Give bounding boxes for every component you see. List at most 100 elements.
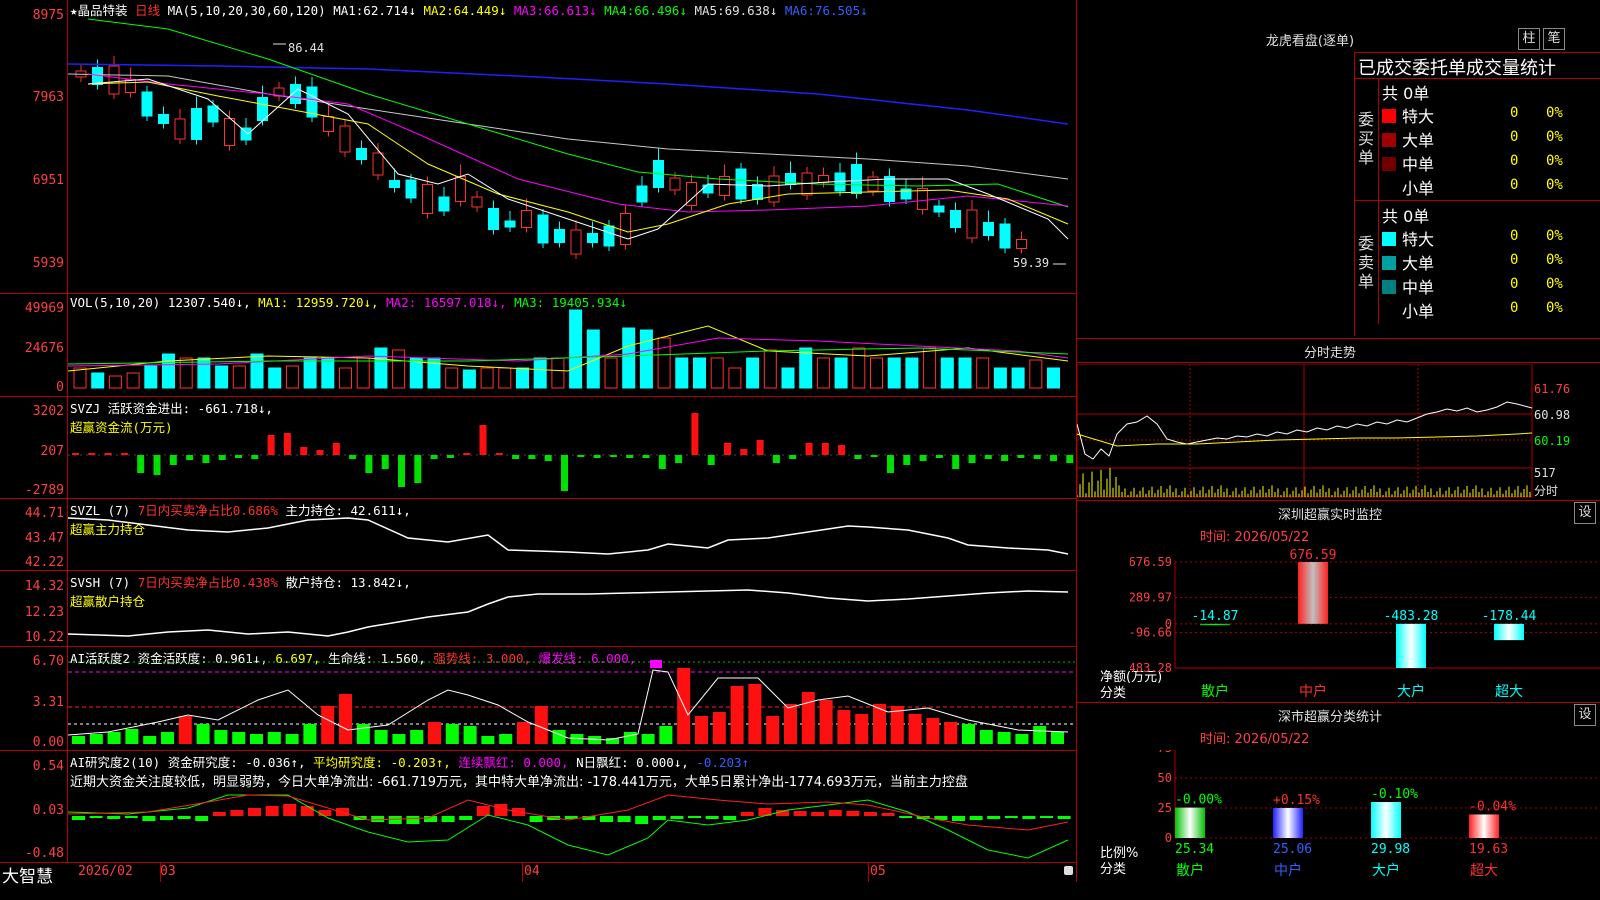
class-stats-chart[interactable]: 75 50 25 0 -0.00% 25.34 散户 +0.15% 25.06 中户 -0.10%…: [1130, 750, 1600, 900]
intraday-chart[interactable]: [1077, 364, 1533, 498]
date-axis-label: 2026/02: [78, 864, 133, 879]
candle-body: [669, 177, 681, 191]
volume-bar: [108, 375, 122, 389]
svzj-bar: [169, 455, 177, 465]
ai-research-bar: [1004, 816, 1018, 818]
ai-research-nred: N日飘红: 0.000↓,: [576, 755, 689, 770]
svzj-bar: [495, 453, 503, 455]
candle-body: [620, 213, 631, 245]
ai-active-chart[interactable]: [68, 660, 1076, 748]
svzj-chart[interactable]: [68, 400, 1076, 496]
sz-y-tick: -483.28: [1130, 661, 1172, 675]
ai-research-chart[interactable]: [68, 790, 1076, 862]
svzj-bar: [381, 455, 389, 469]
high-price-marker: 86.44: [288, 41, 324, 55]
svzj-bar: [903, 455, 911, 465]
intraday-vol-caption: 分时: [1534, 484, 1559, 498]
svzl-axis-label: 42.22: [24, 555, 64, 570]
svzj-bar: [104, 453, 112, 455]
ai-research-bar: [1022, 816, 1036, 819]
class-stats-change: -0.10%: [1371, 787, 1418, 802]
ai-research-bar: [705, 816, 719, 819]
class-y-tick: 25: [1158, 801, 1172, 815]
svzj-bar: [137, 455, 145, 473]
brand-logo[interactable]: 大智慧: [2, 862, 53, 887]
ai-active-bar: [962, 724, 975, 744]
buy-orders-label: 委买单: [1358, 110, 1375, 167]
volume-bar: [303, 357, 317, 389]
sell-total: 共 0单: [1382, 207, 1430, 226]
volume-bar: [516, 367, 529, 389]
class-stats-category: 大户: [1372, 862, 1400, 879]
candle-body: [108, 65, 120, 95]
sz-monitor-chart[interactable]: 676.59289.970-96.66-483.28 -14.87散户676.5…: [1130, 548, 1600, 698]
volume-bar: [816, 357, 830, 389]
ai-research-axis-label: 0.03: [32, 803, 64, 818]
candle-body: [752, 184, 763, 200]
volume-bar: [1047, 367, 1060, 389]
class-stats-settings-button[interactable]: 设: [1574, 704, 1596, 726]
svsh-axis-label: 14.32: [24, 579, 64, 594]
ai-active-burst-marker: [650, 660, 662, 668]
scroll-lock-icon[interactable]: [1064, 866, 1073, 875]
sz-y-tick: -96.66: [1130, 626, 1172, 640]
ai-active-axis-label: 3.31: [32, 695, 64, 710]
candle-body: [702, 184, 714, 194]
buy-swatch-icon: [1382, 109, 1396, 123]
sell-swatch-icon: [1382, 280, 1396, 294]
candle-body: [174, 118, 186, 140]
ai-research-bar: [248, 808, 261, 816]
candlestick-chart[interactable]: 86.44 59.39: [68, 14, 1076, 292]
candle-body: [999, 223, 1011, 249]
svzj-bar: [952, 455, 960, 469]
sell-row-count: 0: [1510, 276, 1519, 292]
sz-monitor-settings-button[interactable]: 设: [1574, 502, 1596, 524]
candle-body: [917, 188, 928, 210]
svzj-bar: [349, 455, 357, 459]
candle-body: [438, 196, 450, 212]
volume-chart[interactable]: [68, 306, 1076, 390]
svsh-chart[interactable]: [68, 572, 1076, 646]
candle-body: [570, 229, 582, 255]
svzj-bar: [887, 455, 894, 473]
candle-body: [554, 229, 565, 243]
ai-research-bar: [864, 812, 877, 816]
sell-row-count: 0: [1510, 300, 1519, 316]
svzj-bar: [544, 455, 552, 461]
ai-active-bar: [979, 730, 993, 744]
svzj-bar: [479, 425, 487, 455]
candle-body: [158, 114, 169, 124]
volume-bar: [215, 365, 229, 389]
svzl-line: [68, 517, 1069, 555]
svzj-bar: [609, 455, 617, 457]
ai-active-bar: [392, 734, 406, 744]
longhu-title: 龙虎看盘(逐单): [1265, 34, 1355, 49]
ai-active-bar: [232, 732, 246, 744]
volume-bar: [675, 357, 689, 389]
class-stats-pct: 29.98: [1371, 842, 1410, 857]
svzl-chart[interactable]: [68, 500, 1076, 570]
svzj-bar: [870, 455, 878, 457]
bar-view-button[interactable]: 柱: [1518, 28, 1540, 50]
svzj-bar: [838, 445, 846, 455]
ai-research-bar: [388, 816, 402, 824]
ai-research-axis-label: 0.54: [32, 759, 64, 774]
tick-view-button[interactable]: 笔: [1543, 28, 1565, 50]
ai-active-bar: [178, 716, 192, 744]
price-axis-label: 8975: [32, 8, 64, 23]
candle-body: [372, 152, 384, 176]
ai-active-bar: [410, 730, 424, 744]
svzj-bar: [267, 435, 275, 455]
class-stats-change: +0.15%: [1273, 793, 1320, 808]
sz-monitor-category: 超大: [1495, 684, 1523, 698]
price-axis-label: 5939: [32, 256, 64, 271]
buy-row-pct: 0%: [1546, 129, 1563, 145]
candle-body: [983, 222, 994, 236]
candle-body: [422, 184, 433, 214]
svzj-bar: [854, 455, 862, 459]
buy-total: 共 0单: [1382, 84, 1430, 103]
ai-research-bar: [688, 816, 701, 818]
ai-research-bar: [195, 816, 209, 821]
candle-body: [851, 164, 862, 194]
sz-monitor-bar: [1494, 623, 1524, 641]
